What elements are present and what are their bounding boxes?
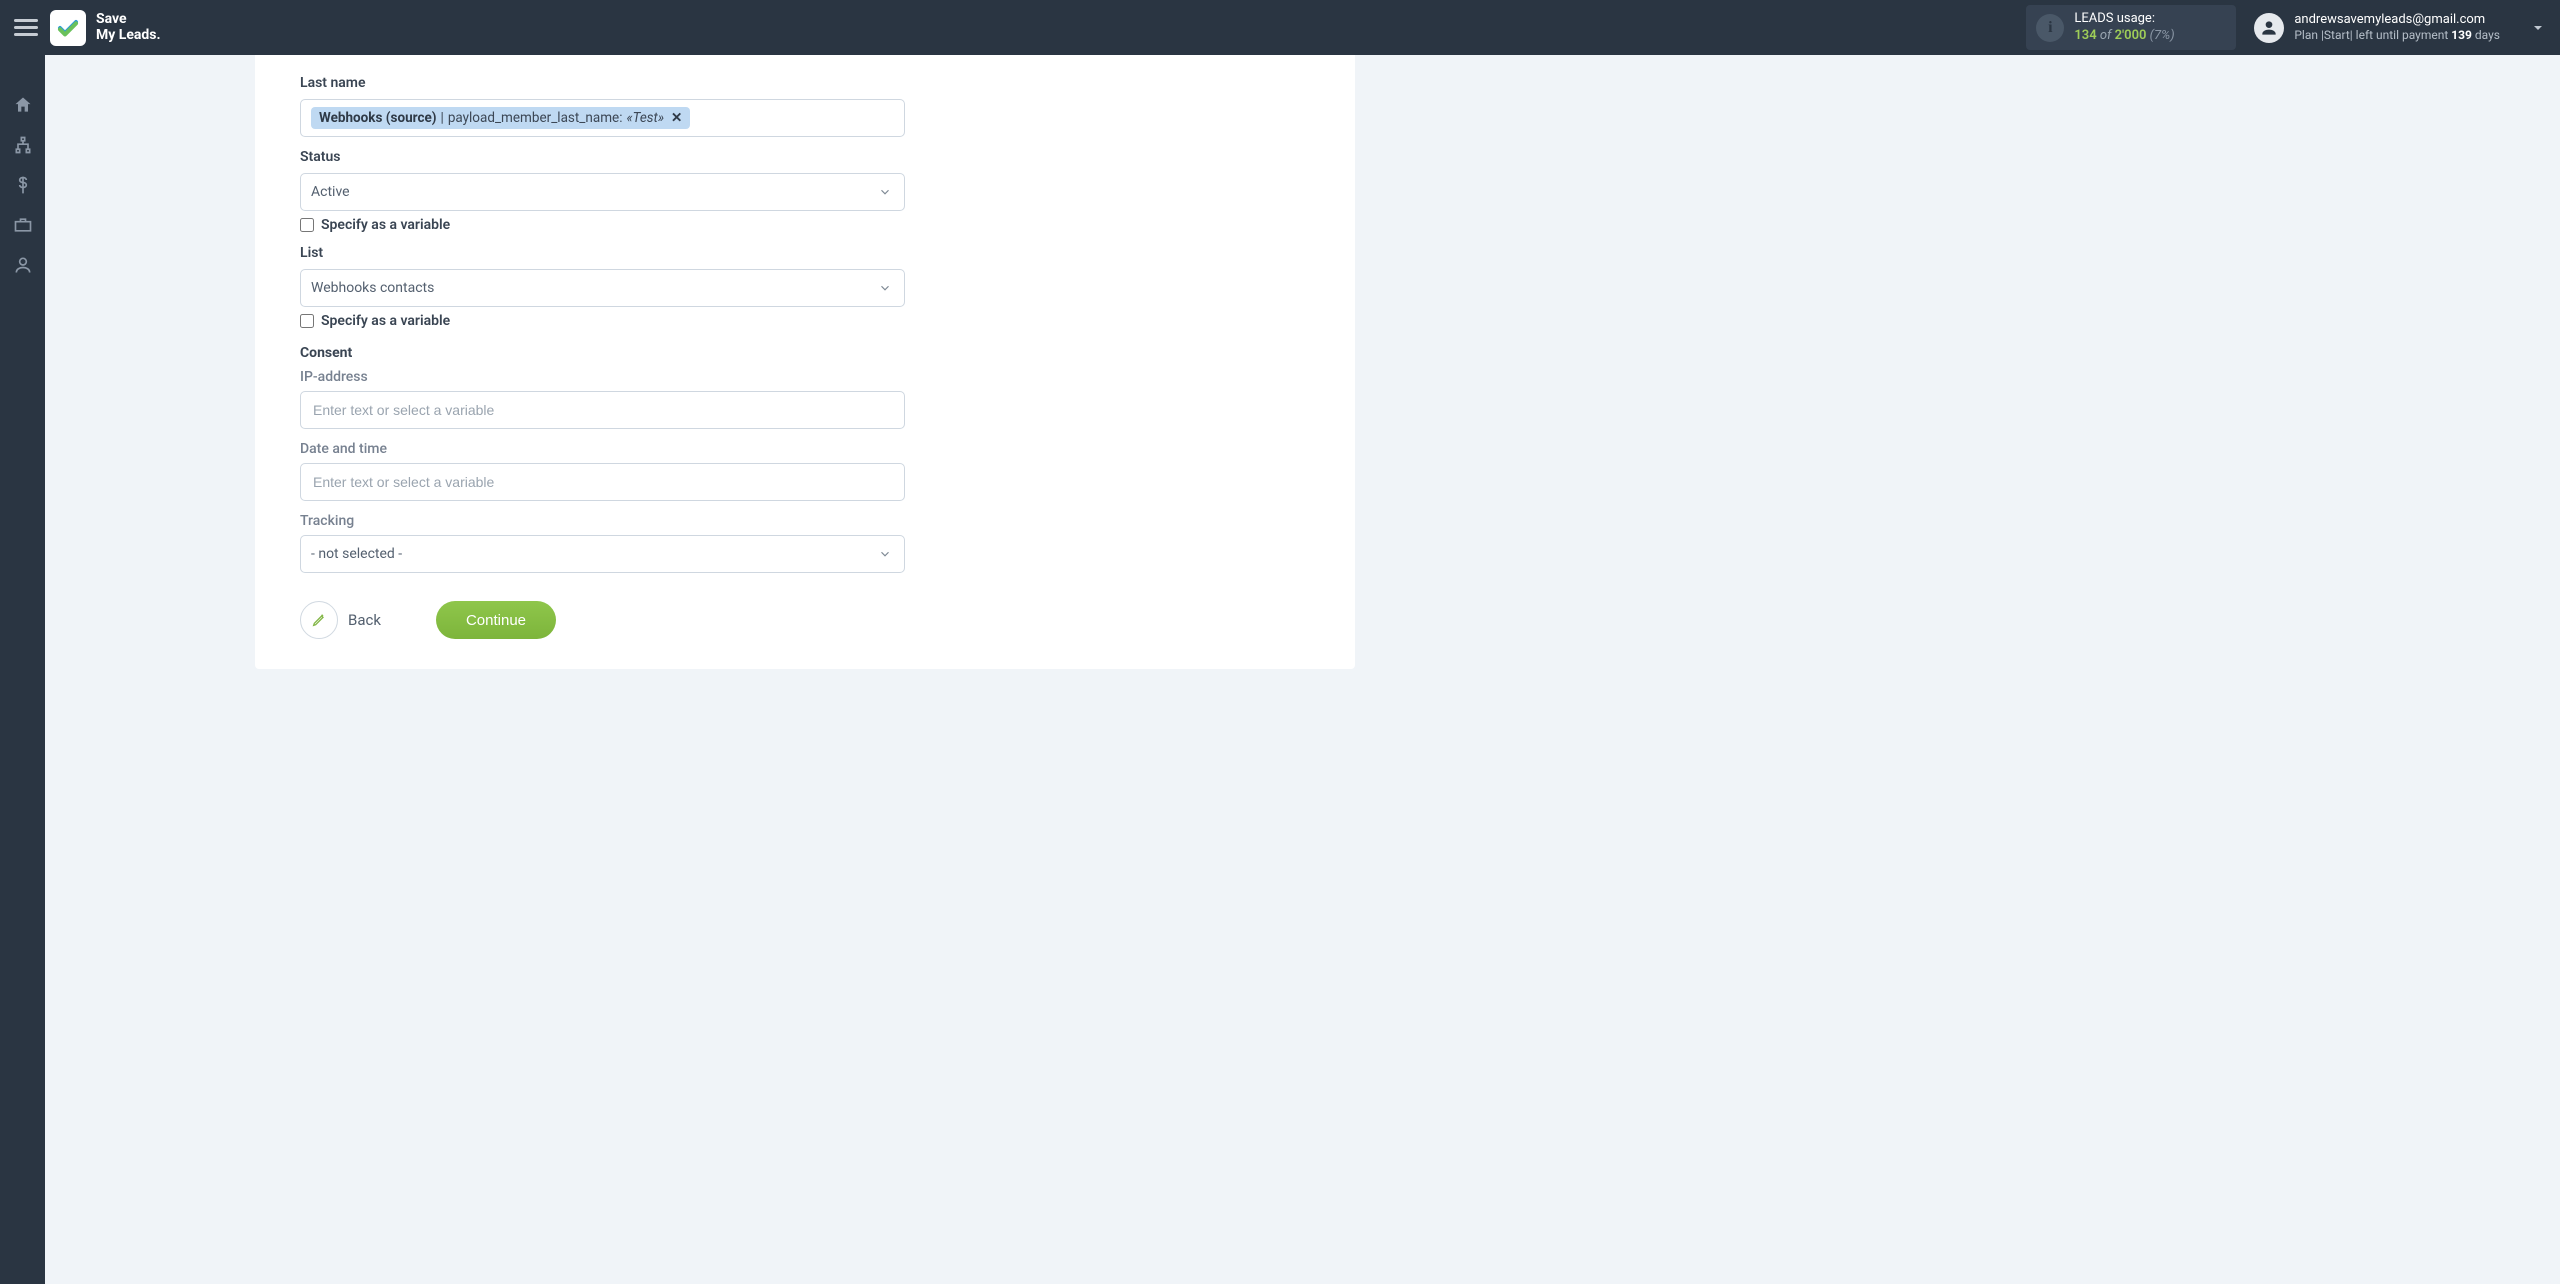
- main-area: Last name Webhooks (source) | payload_me…: [45, 55, 2560, 1284]
- sidebar-item-integrations[interactable]: [0, 125, 45, 165]
- account-plan: Plan |Start| left until payment 139 days: [2294, 28, 2500, 43]
- avatar-icon: [2254, 13, 2284, 43]
- brand-logo[interactable]: Save My Leads.: [50, 10, 161, 46]
- field-status: Status Active Specify as a variable: [300, 149, 940, 233]
- sitemap-icon: [13, 135, 33, 155]
- tag-key: payload_member_last_name:: [448, 110, 623, 126]
- usage-total: 2'000: [2115, 28, 2147, 43]
- sidebar-item-home[interactable]: [0, 85, 45, 125]
- ip-input[interactable]: [300, 391, 905, 429]
- tracking-value: - not selected -: [311, 546, 402, 562]
- datetime-label: Date and time: [300, 441, 940, 457]
- logo-text-line1: Save: [96, 12, 161, 27]
- top-header: Save My Leads. i LEADS usage: 134 of 2'0…: [0, 0, 2560, 55]
- tag-value: «Test»: [626, 110, 664, 126]
- account-email: andrewsavemyleads@gmail.com: [2294, 12, 2500, 28]
- status-value: Active: [311, 184, 350, 200]
- usage-used: 134: [2074, 28, 2096, 43]
- chevron-down-icon: [878, 547, 892, 561]
- tag-separator: |: [441, 110, 444, 126]
- lastname-tag: Webhooks (source) | payload_member_last_…: [311, 107, 690, 129]
- lastname-input[interactable]: Webhooks (source) | payload_member_last_…: [300, 99, 905, 137]
- sidebar-item-workspace[interactable]: [0, 205, 45, 245]
- usage-value-line: 134 of 2'000 (7%): [2074, 28, 2174, 44]
- status-label: Status: [300, 149, 940, 165]
- consent-heading: Consent: [300, 345, 940, 361]
- list-specify-checkbox[interactable]: [300, 314, 314, 328]
- usage-panel[interactable]: i LEADS usage: 134 of 2'000 (7%): [2026, 5, 2236, 50]
- account-menu-toggle[interactable]: [2530, 20, 2546, 36]
- tag-source: Webhooks (source): [319, 110, 437, 126]
- account-plan-suffix: days: [2472, 28, 2500, 42]
- list-specify-row[interactable]: Specify as a variable: [300, 313, 940, 329]
- continue-button[interactable]: Continue: [436, 601, 556, 639]
- chevron-down-icon: [878, 281, 892, 295]
- tracking-label: Tracking: [300, 513, 940, 529]
- list-label: List: [300, 245, 940, 261]
- form-actions: Back Continue: [300, 601, 940, 639]
- menu-toggle-icon[interactable]: [14, 16, 38, 40]
- dollar-icon: [13, 175, 33, 195]
- tag-remove-icon[interactable]: ✕: [671, 110, 682, 126]
- usage-percent: (7%): [2150, 28, 2175, 43]
- briefcase-icon: [13, 215, 33, 235]
- field-list: List Webhooks contacts Specify as a vari…: [300, 245, 940, 329]
- back-button[interactable]: Back: [300, 601, 381, 639]
- usage-of: of: [2100, 28, 2112, 43]
- list-value: Webhooks contacts: [311, 280, 434, 296]
- status-specify-checkbox[interactable]: [300, 218, 314, 232]
- usage-label: LEADS usage:: [2074, 11, 2174, 27]
- status-specify-row[interactable]: Specify as a variable: [300, 217, 940, 233]
- tracking-select[interactable]: - not selected -: [300, 535, 905, 573]
- lastname-label: Last name: [300, 75, 940, 91]
- home-icon: [13, 95, 33, 115]
- logo-icon: [50, 10, 86, 46]
- status-select[interactable]: Active: [300, 173, 905, 211]
- user-icon: [13, 255, 33, 275]
- chevron-down-icon: [878, 185, 892, 199]
- account-panel[interactable]: andrewsavemyleads@gmail.com Plan |Start|…: [2254, 12, 2500, 43]
- back-label: Back: [348, 611, 381, 629]
- ip-label: IP-address: [300, 369, 940, 385]
- list-select[interactable]: Webhooks contacts: [300, 269, 905, 307]
- field-last-name: Last name Webhooks (source) | payload_me…: [300, 75, 940, 137]
- account-plan-prefix: Plan |Start| left until payment: [2294, 28, 2451, 42]
- field-tracking: Tracking - not selected -: [300, 513, 940, 573]
- field-ip: IP-address: [300, 369, 940, 429]
- field-datetime: Date and time: [300, 441, 940, 501]
- datetime-input[interactable]: [300, 463, 905, 501]
- account-plan-days: 139: [2451, 28, 2472, 42]
- left-sidebar: [0, 55, 45, 1284]
- list-specify-label: Specify as a variable: [321, 313, 450, 329]
- info-icon: i: [2036, 14, 2064, 42]
- logo-text: Save My Leads.: [96, 12, 161, 43]
- form-card: Last name Webhooks (source) | payload_me…: [255, 55, 1355, 669]
- status-specify-label: Specify as a variable: [321, 217, 450, 233]
- sidebar-item-account[interactable]: [0, 245, 45, 285]
- sidebar-item-billing[interactable]: [0, 165, 45, 205]
- pencil-icon: [300, 601, 338, 639]
- logo-text-line2: My Leads.: [96, 28, 161, 43]
